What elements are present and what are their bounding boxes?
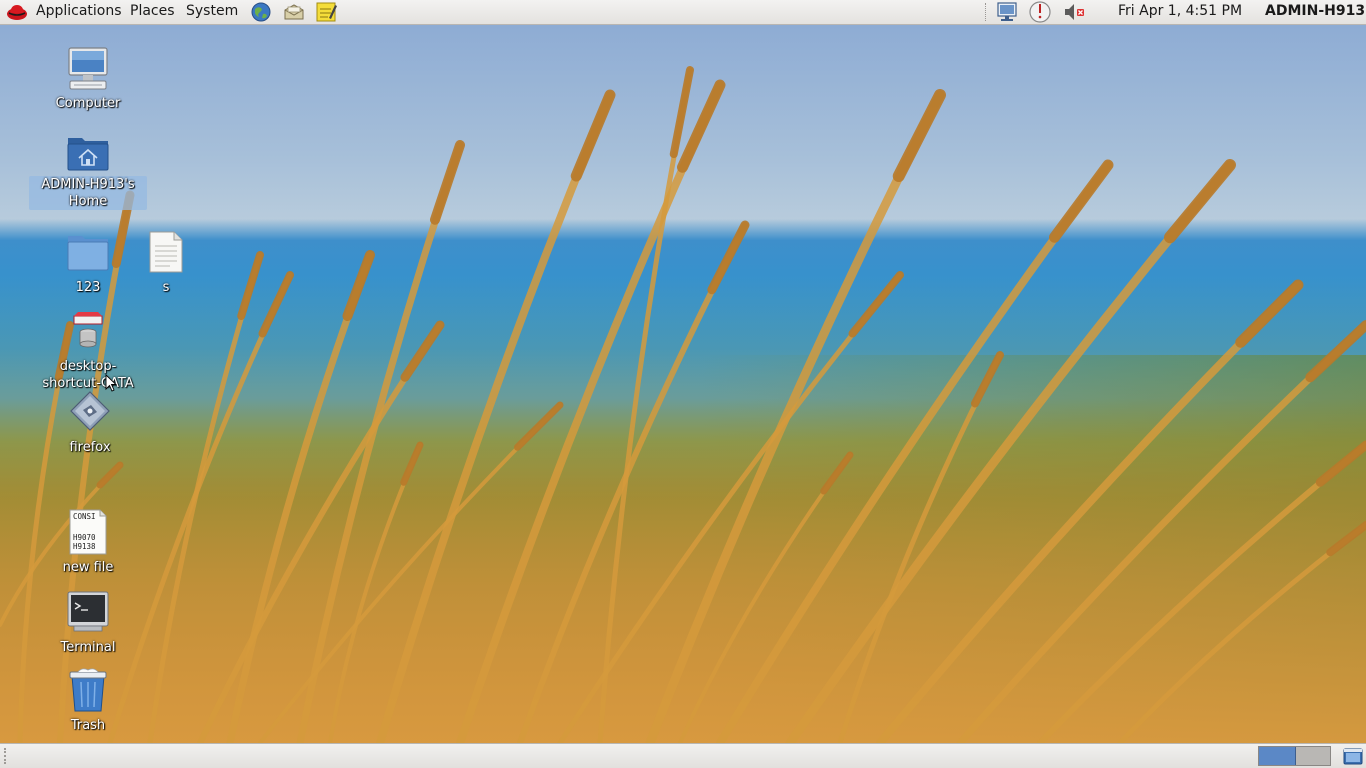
bottom-panel	[0, 743, 1366, 768]
desktop-icon-file-s[interactable]: s	[107, 228, 225, 296]
database-shortcut-icon	[73, 312, 103, 348]
workspace-2[interactable]	[1296, 747, 1330, 765]
mail-icon[interactable]	[282, 1, 306, 23]
desktop-icon-shortcut[interactable]: desktop-shortcut-CATA	[29, 310, 147, 392]
computer-icon	[68, 47, 108, 90]
desktop-icon-firefox[interactable]: firefox	[31, 388, 149, 456]
desktop-icon-terminal[interactable]: Terminal	[29, 588, 147, 656]
show-desktop-icon[interactable]	[1342, 746, 1364, 766]
text-file-icon	[149, 231, 183, 273]
system-menu[interactable]: System	[186, 0, 238, 24]
trash-icon	[69, 668, 107, 712]
desktop-screen: Applications Places System Fri Apr 1, 4:…	[0, 0, 1366, 768]
clock[interactable]: Fri Apr 1, 4:51 PM	[1118, 0, 1242, 24]
desktop-icon-computer[interactable]: Computer	[29, 44, 147, 112]
desktop-icon-label: Computer	[55, 96, 121, 111]
notes-icon[interactable]	[314, 1, 338, 23]
executable-diamond-icon	[70, 391, 110, 431]
desktop-icon-label: new file	[62, 560, 114, 575]
volume-muted-icon[interactable]	[1061, 0, 1087, 24]
home-folder-icon	[67, 138, 109, 171]
network-display-icon[interactable]	[994, 0, 1020, 24]
workspace-switcher[interactable]	[1258, 746, 1331, 766]
desktop-icon-new-file[interactable]: CONSI H9070 H9138 new file	[29, 508, 147, 576]
desktop-icon-home[interactable]: ADMIN-H913's Home	[29, 128, 147, 210]
applications-menu[interactable]: Applications	[36, 0, 122, 24]
user-switcher[interactable]: ADMIN-H913	[1265, 0, 1365, 24]
software-update-icon[interactable]	[1027, 0, 1053, 24]
browser-icon[interactable]	[249, 1, 273, 23]
places-menu[interactable]: Places	[130, 0, 175, 24]
desktop-icon-label: s	[162, 280, 170, 295]
desktop-icon-trash[interactable]: Trash	[29, 666, 147, 734]
desktop-icon-label: Trash	[70, 718, 106, 733]
file-preview-line: H9138	[73, 542, 96, 551]
terminal-icon	[67, 591, 109, 632]
top-panel: Applications Places System Fri Apr 1, 4:…	[0, 0, 1366, 25]
file-preview-line: CONSI	[73, 512, 96, 521]
desktop-icon-label: ADMIN-H913's Home	[29, 176, 147, 210]
desktop-icon-label: 123	[75, 280, 101, 295]
panel-drag-handle[interactable]	[4, 748, 9, 764]
text-file-preview-icon: CONSI H9070 H9138	[69, 509, 107, 555]
desktop-icon-label: firefox	[69, 440, 111, 455]
mouse-cursor-icon	[105, 374, 118, 392]
desktop-icon-label: desktop-shortcut-CATA	[42, 359, 134, 391]
workspace-1[interactable]	[1259, 747, 1296, 765]
tray-separator	[985, 3, 988, 21]
file-preview-line: H9070	[73, 533, 96, 542]
desktop-icon-label: Terminal	[60, 640, 116, 655]
folder-icon	[67, 236, 109, 271]
desktop-wallpaper	[0, 25, 1366, 743]
redhat-logo-icon[interactable]	[6, 2, 28, 22]
